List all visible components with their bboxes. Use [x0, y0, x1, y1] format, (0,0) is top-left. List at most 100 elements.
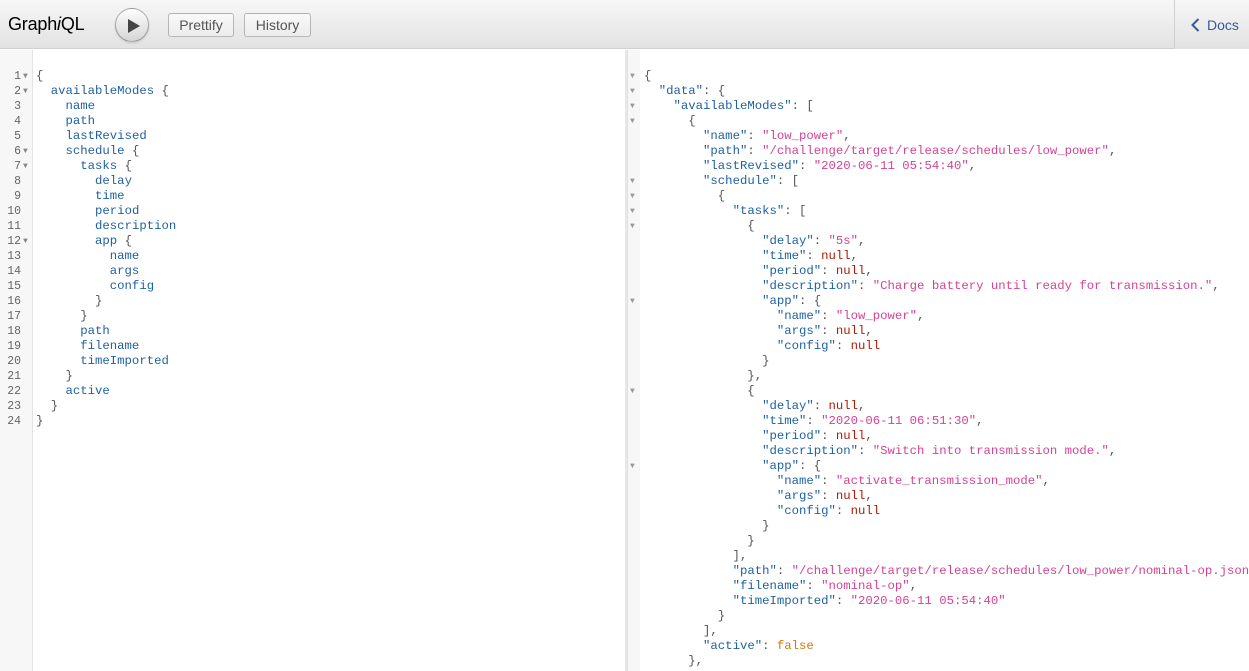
line-number: 20 [7, 355, 21, 368]
code-token: name [65, 99, 96, 113]
code-token: , [1108, 144, 1117, 158]
code-text: lastRevised [36, 129, 147, 144]
code-token: : [762, 639, 777, 653]
code-token: args [109, 264, 140, 278]
code-token: : [747, 129, 763, 143]
code-token: name [109, 249, 140, 263]
fold-arrow-icon[interactable]: ▼ [23, 234, 28, 249]
fold-arrow-icon[interactable]: ▼ [630, 204, 635, 219]
line-number: 6 [14, 145, 21, 158]
code-token: { [36, 69, 44, 83]
code-text: args [36, 264, 140, 279]
code-token: "app" [762, 459, 799, 473]
code-token: , [858, 234, 866, 248]
code-token: } [644, 534, 755, 548]
code-token: "name" [703, 129, 748, 143]
code-text: "app": { [644, 294, 821, 309]
fold-arrow-icon[interactable]: ▼ [630, 114, 635, 129]
docs-button[interactable]: Docs [1174, 0, 1249, 49]
line-number: 1 [14, 70, 21, 83]
code-text: { [644, 69, 651, 84]
code-token: } [36, 294, 103, 308]
code-token: "activate_transmission_mode" [835, 474, 1043, 488]
code-token: "nominal-op" [821, 579, 910, 593]
history-button[interactable]: History [244, 13, 311, 37]
fold-arrow-icon[interactable]: ▼ [23, 69, 28, 84]
code-text: }, [644, 369, 762, 384]
code-token: } [36, 309, 88, 323]
fold-arrow-icon[interactable]: ▼ [630, 189, 635, 204]
line-number: 22 [7, 385, 21, 398]
line-number: 13 [7, 250, 21, 263]
code-token: : [798, 159, 814, 173]
code-text: schedule { [36, 144, 140, 159]
line-number: 10 [7, 205, 21, 218]
fold-arrow-icon[interactable]: ▼ [23, 144, 28, 159]
fold-arrow-icon[interactable]: ▼ [630, 219, 635, 234]
code-text: "name": "low_power", [644, 129, 851, 144]
fold-arrow-icon[interactable]: ▼ [23, 159, 28, 174]
code-text: "period": null, [644, 264, 873, 279]
code-text: timeImported [36, 354, 169, 369]
fold-arrow-icon[interactable]: ▼ [630, 84, 635, 99]
code-text: "availableModes": [ [644, 99, 814, 114]
code-text: "args": null, [644, 324, 873, 339]
code-text: "filename": "nominal-op", [644, 579, 918, 594]
code-token: : { [798, 459, 822, 473]
line-number: 23 [7, 400, 21, 413]
code-token: "active" [703, 639, 763, 653]
code-text: time [36, 189, 125, 204]
code-token: "low_power" [835, 309, 918, 323]
fold-arrow-icon[interactable]: ▼ [630, 294, 635, 309]
code-text: } [36, 309, 88, 324]
line-number: 18 [7, 325, 21, 338]
query-editor[interactable]: 1 ▼{2 ▼ availableModes {3 name 4 path 5 last… [0, 50, 626, 671]
execute-query-button[interactable] [115, 8, 149, 42]
code-text: "time": "2020-06-11 06:51:30", [644, 414, 983, 429]
result-viewer: ▼{▼ "data": {▼ "availableModes": [▼ { "n… [627, 50, 1249, 671]
code-token: }, [644, 654, 704, 668]
code-text: tasks { [36, 159, 132, 174]
code-text: "time": null, [644, 249, 858, 264]
fold-arrow-icon[interactable]: ▼ [630, 459, 635, 474]
code-token: "description" [762, 444, 859, 458]
code-token: , [1108, 444, 1117, 458]
fold-arrow-icon[interactable]: ▼ [23, 84, 28, 99]
code-token: : [821, 489, 836, 503]
code-text: config [36, 279, 154, 294]
code-text: "description": "Charge battery until rea… [644, 279, 1220, 294]
code-token: path [80, 324, 110, 338]
code-token: null [835, 489, 866, 503]
prettify-button[interactable]: Prettify [168, 13, 234, 37]
fold-arrow-icon[interactable]: ▼ [630, 174, 635, 189]
code-token: "period" [762, 264, 822, 278]
play-icon [128, 19, 140, 33]
code-token: } [36, 399, 59, 413]
code-text: { [644, 189, 725, 204]
fold-arrow-icon[interactable]: ▼ [630, 384, 635, 399]
code-token: "config" [776, 339, 836, 353]
fold-arrow-icon[interactable]: ▼ [630, 99, 635, 114]
code-token: config [109, 279, 155, 293]
code-token: { [154, 84, 169, 98]
code-text: }, [644, 654, 703, 669]
fold-arrow-icon[interactable]: ▼ [630, 69, 635, 84]
code-token: , [865, 324, 873, 338]
code-token: : [806, 414, 822, 428]
code-token: : [ [784, 204, 807, 218]
code-token: : [821, 474, 836, 488]
code-token: "time" [762, 249, 807, 263]
